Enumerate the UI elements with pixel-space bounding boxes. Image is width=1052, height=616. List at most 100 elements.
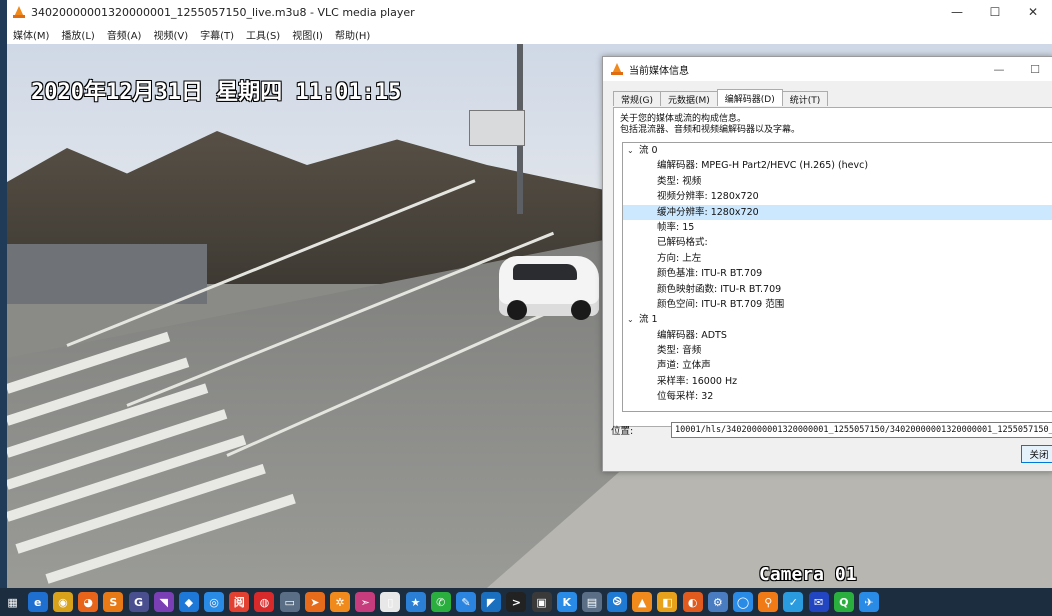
start-icon[interactable]: ▦: [2, 592, 23, 612]
codec-description: 关于您的媒体或流的构成信息。 包括混流器、音频和视频编解码器以及字幕。: [620, 114, 800, 136]
stream-tree[interactable]: ⌄ 流 0 编解码器: MPEG-H Part2/HEVC (H.265) (he…: [622, 142, 1052, 412]
car-wheel: [507, 300, 527, 320]
tab-codec[interactable]: 编解码器(D): [716, 89, 783, 106]
osd-camera-label: Camera 01: [759, 564, 857, 585]
stream-node-1[interactable]: ⌄ 流 1: [623, 312, 1052, 327]
qq-icon[interactable]: Q: [833, 592, 854, 612]
tree-item[interactable]: 方向: 上左: [623, 251, 1052, 266]
tree-item[interactable]: 颜色空间: ITU-R BT.709 范围: [623, 297, 1052, 312]
chrome-icon[interactable]: ◉: [52, 592, 73, 612]
k-icon[interactable]: K: [556, 592, 577, 612]
car-wheel: [571, 300, 591, 320]
tree-item[interactable]: 位每采样: 32: [623, 389, 1052, 404]
close-button[interactable]: 关闭: [1021, 445, 1052, 463]
browser-icon[interactable]: ◐: [682, 592, 703, 612]
codec-tab-pane: 关于您的媒体或流的构成信息。 包括混流器、音频和视频编解码器以及字幕。 ⌄ 流 0…: [613, 107, 1052, 427]
tree-item[interactable]: 颜色映射函数: ITU-R BT.709: [623, 282, 1052, 297]
sublime-icon[interactable]: S: [103, 592, 124, 612]
vlc-cone-icon: [611, 63, 623, 75]
chevron-down-icon[interactable]: ⌄: [627, 143, 639, 158]
white-car: [499, 256, 599, 320]
magnifier-icon[interactable]: ⚲: [758, 592, 779, 612]
dialog-minimize-button[interactable]: —: [981, 57, 1017, 81]
stream-label: 流 1: [639, 314, 658, 326]
tab-general[interactable]: 常规(G): [613, 91, 661, 106]
weibo-icon[interactable]: ◍: [254, 592, 275, 612]
settings-icon[interactable]: ✲: [330, 592, 351, 612]
star-icon[interactable]: ★: [405, 592, 426, 612]
tab-statistics[interactable]: 统计(T): [781, 91, 829, 106]
menu-subtitle[interactable]: 字幕(T): [194, 27, 240, 42]
location-field[interactable]: 10001/hls/34020000001320000001_125505715…: [671, 422, 1052, 438]
news-icon[interactable]: 阅: [229, 592, 250, 612]
chevron-down-icon[interactable]: ⌄: [627, 312, 639, 327]
tree-item[interactable]: 编解码器: ADTS: [623, 328, 1052, 343]
menu-media[interactable]: 媒体(M): [7, 27, 55, 42]
osd-datetime: 2020年12月31日 星期四 11:01:15: [31, 80, 402, 105]
tree-item[interactable]: 视频分辨率: 1280x720: [623, 189, 1052, 204]
vlc-cone-icon: [13, 6, 25, 18]
menu-playback[interactable]: 播放(L): [55, 27, 100, 42]
window-icon[interactable]: ◧: [657, 592, 678, 612]
dialog-title: 当前媒体信息: [629, 65, 689, 77]
menu-bar: 媒体(M) 播放(L) 音频(A) 视频(V) 字幕(T) 工具(S) 视图(I…: [7, 24, 1052, 44]
menu-tools[interactable]: 工具(S): [240, 27, 286, 42]
location-row: 位置: 10001/hls/34020000001320000001_12550…: [611, 421, 1052, 439]
menu-help[interactable]: 帮助(H): [329, 27, 376, 42]
monitor-icon[interactable]: ▣: [531, 592, 552, 612]
disk-icon[interactable]: ▭: [279, 592, 300, 612]
dialog-tabs: 常规(G) 元数据(M) 编解码器(D) 统计(T): [613, 89, 829, 107]
tree-item[interactable]: 类型: 音频: [623, 343, 1052, 358]
stream-label: 流 0: [639, 145, 658, 156]
chat-icon[interactable]: ◎: [204, 592, 225, 612]
window-title: 34020000001320000001_1255057150_live.m3u…: [31, 5, 415, 19]
vlc-icon[interactable]: ▲: [632, 592, 653, 612]
arrow-icon[interactable]: ➤: [304, 592, 325, 612]
check-icon[interactable]: ✓: [783, 592, 804, 612]
calculator-icon[interactable]: ▤: [581, 592, 602, 612]
search-icon[interactable]: ◯: [733, 592, 754, 612]
tree-item[interactable]: 类型: 视频: [623, 174, 1052, 189]
menu-audio[interactable]: 音频(A): [101, 27, 148, 42]
tree-item-selected[interactable]: 缓冲分辨率: 1280x720: [623, 204, 1052, 220]
description-line-1: 关于您的媒体或流的构成信息。: [620, 114, 747, 124]
terminal-icon[interactable]: >: [506, 592, 527, 612]
tree-item[interactable]: 采样率: 16000 Hz: [623, 374, 1052, 389]
minimize-button[interactable]: —: [938, 0, 976, 24]
close-window-button[interactable]: ✕: [1014, 0, 1052, 24]
stream-node-0[interactable]: ⌄ 流 0: [623, 143, 1052, 158]
car-window: [513, 264, 577, 280]
send-icon[interactable]: ➣: [355, 592, 376, 612]
tree-item[interactable]: 已解码格式:: [623, 235, 1052, 250]
visual-studio-icon[interactable]: ◥: [153, 592, 174, 612]
tree-item[interactable]: 编解码器: MPEG-H Part2/HEVC (H.265) (hevc): [623, 158, 1052, 173]
wechat-icon[interactable]: ✆: [430, 592, 451, 612]
desktop-strip: [0, 0, 7, 588]
go-icon[interactable]: G: [128, 592, 149, 612]
menu-video[interactable]: 视频(V): [147, 27, 194, 42]
menu-view[interactable]: 视图(I): [286, 27, 329, 42]
firefox-icon[interactable]: ◕: [78, 592, 99, 612]
dialog-titlebar: 当前媒体信息 — ☐: [603, 57, 1052, 81]
tab-metadata[interactable]: 元数据(M): [660, 91, 718, 106]
location-label: 位置:: [611, 426, 634, 437]
tree-item[interactable]: 颜色基准: ITU-R BT.709: [623, 266, 1052, 281]
vlc-titlebar: 34020000001320000001_1255057150_live.m3u…: [7, 0, 1052, 24]
mail-icon[interactable]: ✉: [808, 592, 829, 612]
tree-item[interactable]: 声道: 立体声: [623, 358, 1052, 373]
vscode-icon[interactable]: ⧁: [607, 592, 628, 612]
video-river: [7, 244, 207, 304]
media-info-dialog: 当前媒体信息 — ☐ 常规(G) 元数据(M) 编解码器(D) 统计(T) 关于…: [602, 56, 1052, 472]
maximize-button[interactable]: ☐: [976, 0, 1014, 24]
vscode-alt-icon[interactable]: ◤: [481, 592, 502, 612]
app-icon[interactable]: ⚙: [707, 592, 728, 612]
dialog-maximize-button[interactable]: ☐: [1017, 57, 1052, 81]
edge-icon[interactable]: e: [27, 592, 48, 612]
tree-item[interactable]: 帧率: 15: [623, 220, 1052, 235]
feather-icon[interactable]: ✈: [858, 592, 879, 612]
edit-icon[interactable]: ✎: [455, 592, 476, 612]
taskbar: ▦ e ◉ ◕ S G ◥ ◆ ◎ 阅 ◍ ▭ ➤ ✲ ➣ ▯ ★ ✆ ✎ ◤ > ▣ K ▤ ⧁ ▲ ◧ ◐ ⚙ ◯ ⚲ ✓ ✉ Q ✈: [0, 588, 1052, 616]
document-icon[interactable]: ▯: [380, 592, 401, 612]
maps-icon[interactable]: ◆: [178, 592, 199, 612]
description-line-2: 包括混流器、音频和视频编解码器以及字幕。: [620, 125, 801, 135]
